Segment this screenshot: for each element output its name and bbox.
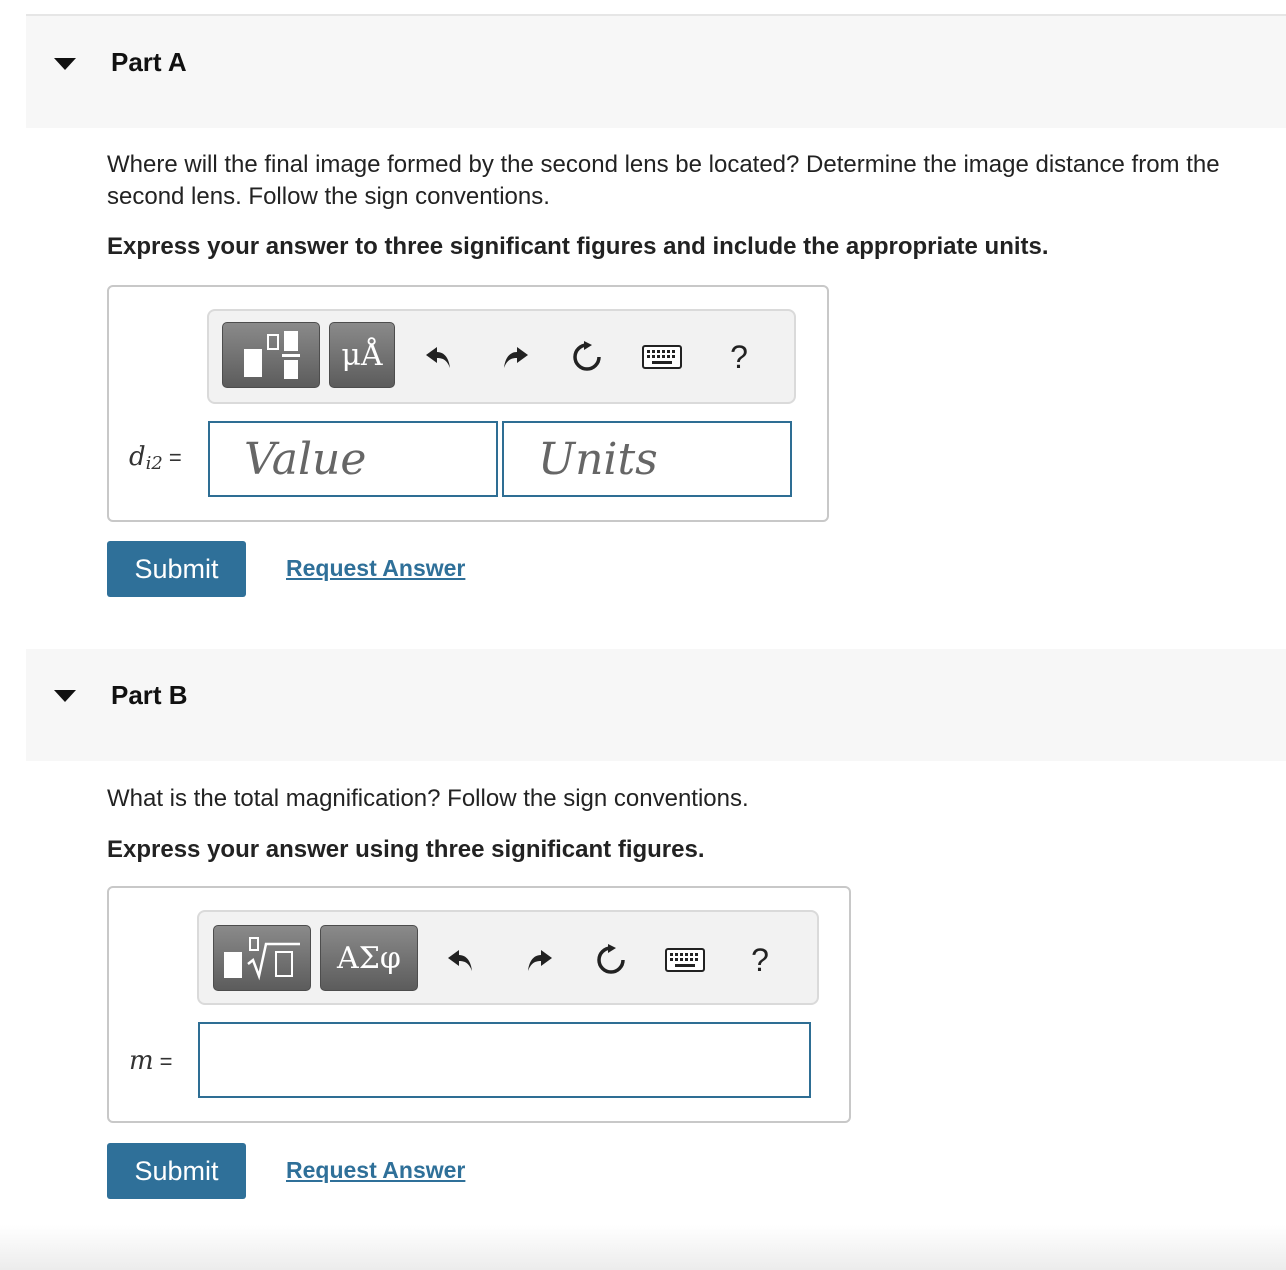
units-symbols-label: μÅ (341, 337, 383, 373)
variable-label-m: m = (129, 1046, 173, 1076)
reset-icon[interactable] (593, 942, 629, 978)
radical-template-icon (224, 937, 300, 981)
variable-subscript: i2 (145, 453, 163, 474)
keyboard-icon[interactable] (641, 343, 683, 371)
equals-sign: = (168, 445, 182, 470)
part-a-question: Where will the final image formed by the… (107, 151, 1220, 210)
bottom-shadow (0, 1225, 1286, 1270)
greek-symbols-button[interactable]: ΑΣφ (320, 925, 418, 991)
part-a-title: Part A (111, 47, 187, 77)
part-b-request-answer-link[interactable]: Request Answer (286, 1157, 465, 1184)
reset-icon[interactable] (569, 339, 605, 375)
redo-icon[interactable] (497, 339, 533, 375)
part-a-submit-button[interactable]: Submit (107, 541, 246, 597)
part-a-request-answer-link[interactable]: Request Answer (286, 555, 465, 582)
part-b-instruction: Express your answer using three signific… (107, 836, 705, 863)
templates-button[interactable] (213, 925, 311, 991)
part-b-math-toolbar: ΑΣφ ? (197, 910, 819, 1005)
part-b-header[interactable]: Part B (26, 649, 1286, 761)
help-icon[interactable]: ? (742, 940, 778, 980)
part-a-header[interactable]: Part A (26, 16, 1286, 128)
collapse-caret-icon[interactable] (54, 690, 76, 702)
undo-icon[interactable] (443, 942, 479, 978)
collapse-caret-icon[interactable] (54, 58, 76, 70)
units-symbols-button[interactable]: μÅ (329, 322, 395, 388)
units-input[interactable] (502, 421, 792, 497)
help-icon[interactable]: ? (721, 337, 757, 377)
part-a-math-toolbar: μÅ ? (207, 309, 796, 404)
part-b-answer-box: ΑΣφ ? m = (107, 886, 851, 1123)
value-input[interactable] (208, 421, 498, 497)
part-a-answer-box: μÅ ? di2 = (107, 285, 829, 522)
magnification-input[interactable] (198, 1022, 811, 1098)
part-b-question: What is the total magnification? Follow … (107, 785, 749, 812)
part-b-title: Part B (111, 680, 188, 710)
redo-icon[interactable] (521, 942, 557, 978)
part-b-submit-button[interactable]: Submit (107, 1143, 246, 1199)
part-a-instruction: Express your answer to three significant… (107, 233, 1049, 260)
variable-symbol: d (129, 442, 146, 472)
keyboard-icon[interactable] (664, 946, 706, 974)
greek-symbols-label: ΑΣφ (337, 940, 401, 976)
equals-sign: = (159, 1049, 173, 1074)
undo-icon[interactable] (421, 339, 457, 375)
fraction-template-icon (244, 331, 300, 379)
variable-symbol: m (129, 1046, 154, 1076)
variable-label-di2: di2 = (129, 442, 182, 474)
templates-button[interactable] (222, 322, 320, 388)
